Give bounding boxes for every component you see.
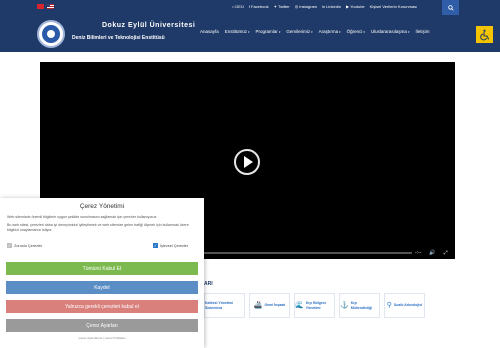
social-links-bar: ⌂ DEÜ f Facebook ✦ Twitter ◎ Instagram in Linkedi…	[232, 4, 417, 9]
quicklink-label: Kıyı Bölgesi Yönetimi	[305, 301, 326, 310]
checkbox-checked-icon: ✓	[7, 243, 12, 248]
fullscreen-icon[interactable]: ⤢	[444, 250, 448, 256]
quicklink-icon: ⚓	[340, 302, 349, 309]
video-time: -:--	[415, 250, 422, 256]
social-link-label: Twitter	[277, 4, 290, 9]
cookie-title: Çerez Yönetimi	[79, 203, 125, 210]
cookie-description-detail: Bu web sitesi, çerezleri daha iyi deneyi…	[7, 223, 189, 232]
nav-item-5[interactable]: Öğrenci▾	[347, 29, 365, 34]
play-button[interactable]	[234, 149, 260, 175]
cookie-footer-links[interactable]: Çerez Aydınlatma | Çerez Politikası	[0, 336, 204, 340]
chevron-down-icon: ▾	[278, 30, 281, 34]
quicklink-card[interactable]: 🌊 Kıyı Bölgesi Yönetimi	[294, 293, 335, 318]
language-switcher	[37, 4, 54, 9]
video-progress-bar[interactable]	[204, 252, 412, 254]
quicklink-label: Kalitesi Yönetimi Sisteminiz	[205, 301, 234, 310]
social-link-label: DEÜ	[235, 4, 244, 9]
social-link-label: Instagram	[299, 4, 318, 9]
required-cookies-label: Zorunlu Çerezler	[14, 243, 43, 248]
quicklinks-heading: ARI	[204, 281, 213, 287]
nav-item-label: Uluslararasılaşma	[370, 29, 407, 34]
cookie-settings-button[interactable]: Çerez Ayarları	[6, 319, 198, 332]
video-controls: -:-- 🔊 ⤢	[415, 250, 448, 256]
quicklink-label: Kıyı Mühendisliği	[350, 301, 373, 310]
search-icon	[447, 4, 454, 11]
nav-item-0[interactable]: Anasayfa	[200, 29, 219, 34]
nav-item-3[interactable]: Gemilerimiz▾	[286, 29, 312, 34]
nav-item-7[interactable]: İletişim	[415, 29, 429, 34]
nav-item-2[interactable]: Programlar▾	[256, 29, 281, 34]
social-link-deü[interactable]: ⌂ DEÜ	[232, 4, 244, 9]
quicklink-card[interactable]: ⚲ Sualtı Arkeolojisi	[384, 293, 425, 318]
accept-all-button[interactable]: Tümünü Kabul Et	[6, 262, 198, 275]
play-icon	[244, 156, 253, 168]
nav-item-label: İletişim	[415, 29, 430, 34]
nav-item-label: Araştırma	[318, 29, 339, 34]
english-flag-icon[interactable]	[47, 4, 54, 9]
nav-item-label: Gemilerimiz	[286, 29, 311, 34]
social-link-instagram[interactable]: ◎ Instagram	[295, 4, 317, 9]
accessibility-button[interactable]	[476, 26, 493, 43]
nav-item-label: Enstitümüz	[224, 29, 248, 34]
checkbox-checked-icon: ✓	[153, 243, 158, 248]
page: Dokuz Eylül Üniversitesi Deniz Bilimleri…	[0, 0, 500, 348]
save-button[interactable]: Kaydet	[6, 281, 198, 294]
chevron-down-icon: ▾	[339, 30, 341, 34]
quicklink-label: Gemi İnşaatı	[264, 303, 286, 308]
wheelchair-icon	[479, 29, 489, 40]
social-link-kişisel[interactable]: Kişisel Verilerin Korunması	[370, 4, 418, 9]
youtube-icon: ▶	[346, 4, 350, 9]
main-navigation: Anasayfa Enstitümüz▾ Programlar▾ Gemilerimi…	[200, 29, 429, 34]
university-logo[interactable]	[37, 20, 65, 48]
quicklink-label: Sualtı Arkeolojisi	[393, 303, 423, 308]
social-link-label: Facebook	[251, 4, 269, 9]
social-link-facebook[interactable]: f Facebook	[249, 4, 269, 9]
quicklink-card[interactable]: 🚢 Gemi İnşaatı	[249, 293, 290, 318]
functional-cookies-label: İşlevsel Çerezler	[160, 243, 189, 248]
logo-emblem-icon	[42, 25, 60, 43]
chevron-down-icon: ▾	[363, 30, 365, 34]
quicklink-icon: 🌊	[295, 302, 304, 309]
facebook-icon: f	[248, 4, 250, 9]
quicklink-icon: 🚢	[253, 302, 263, 309]
instagram-icon: ◎	[294, 4, 299, 9]
nav-item-4[interactable]: Araştırma▾	[319, 29, 341, 34]
social-link-youtube[interactable]: ▶ Youtube	[346, 4, 365, 9]
university-name: Dokuz Eylül Üniversitesi	[102, 22, 196, 29]
turkish-flag-icon[interactable]	[37, 4, 44, 9]
functional-cookies-checkbox[interactable]: ✓ İşlevsel Çerezler	[153, 243, 188, 248]
quicklink-card[interactable]: ⚓ Kıyı Mühendisliği	[339, 293, 380, 318]
social-link-label: Linkedin	[326, 4, 342, 9]
quicklinks-row: Kalitesi Yönetimi Sisteminiz 🚢 Gemi İnşaat…	[204, 293, 425, 318]
nav-item-label: Programlar	[255, 29, 278, 34]
social-link-twitter[interactable]: ✦ Twitter	[274, 4, 290, 9]
accept-necessary-button[interactable]: Yalnızca gerekli çerezleri kabul et	[6, 300, 198, 313]
search-button[interactable]	[442, 0, 459, 15]
cookie-consent-panel: Çerez Yönetimi Web sitemizde önemli bilg…	[0, 198, 204, 348]
nav-item-label: Öğrenci	[346, 29, 363, 34]
cookie-description: Web sitemizde önemli bilgilerin uygun şe…	[7, 215, 158, 219]
chevron-down-icon: ▾	[407, 30, 410, 34]
twitter-icon: ✦	[273, 4, 277, 9]
nav-item-6[interactable]: Uluslararasılaşma▾	[371, 29, 410, 34]
institute-name: Deniz Bilimleri ve Teknolojisi Enstitüsü	[72, 35, 165, 41]
volume-icon[interactable]: 🔊	[429, 250, 435, 256]
linkedin-icon: in	[322, 4, 326, 9]
home-icon: ⌂	[232, 4, 235, 9]
nav-item-1[interactable]: Enstitümüz▾	[225, 29, 250, 34]
social-link-label: Kişisel Verilerin Korunması	[369, 4, 418, 9]
chevron-down-icon: ▾	[311, 30, 313, 34]
required-cookies-checkbox[interactable]: ✓ Zorunlu Çerezler	[7, 243, 42, 248]
quicklink-icon: ⚲	[386, 302, 392, 309]
nav-item-label: Anasayfa	[200, 29, 219, 34]
social-link-linkedin[interactable]: in Linkedin	[322, 4, 341, 9]
site-header: Dokuz Eylül Üniversitesi Deniz Bilimleri…	[0, 0, 500, 52]
social-link-label: Youtube	[350, 4, 365, 9]
quicklink-card[interactable]: Kalitesi Yönetimi Sisteminiz	[204, 293, 245, 318]
chevron-down-icon: ▾	[248, 30, 250, 34]
